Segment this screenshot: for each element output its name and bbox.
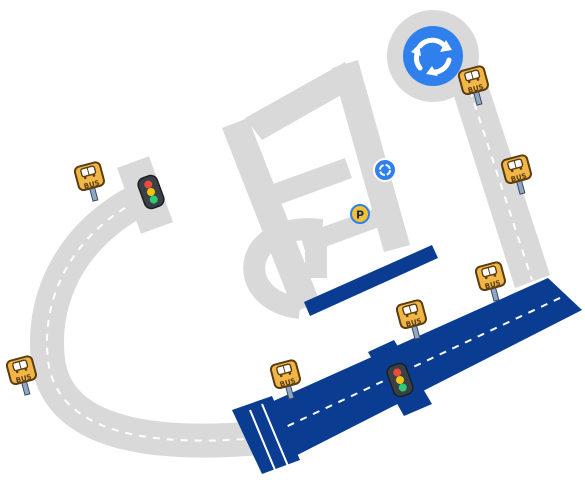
parking-spur (305, 228, 327, 278)
parking-badge[interactable]: P (350, 204, 370, 224)
roundabout-small-badge[interactable] (373, 158, 397, 182)
road-building-west (222, 118, 320, 312)
roundabout-badge[interactable] (403, 26, 463, 86)
road-curve-west (30, 179, 260, 458)
map-canvas: P BUS BUS BUS BUS BUS BUS BUS (0, 0, 585, 486)
road-building-inner (262, 158, 352, 208)
bus-stop-south-east[interactable]: BUS (473, 260, 511, 305)
parking-icon-label: P (356, 209, 364, 222)
bus-stop-north-west[interactable]: BUS (72, 160, 110, 205)
map-svg: P BUS BUS BUS BUS BUS BUS BUS (4, 10, 582, 474)
